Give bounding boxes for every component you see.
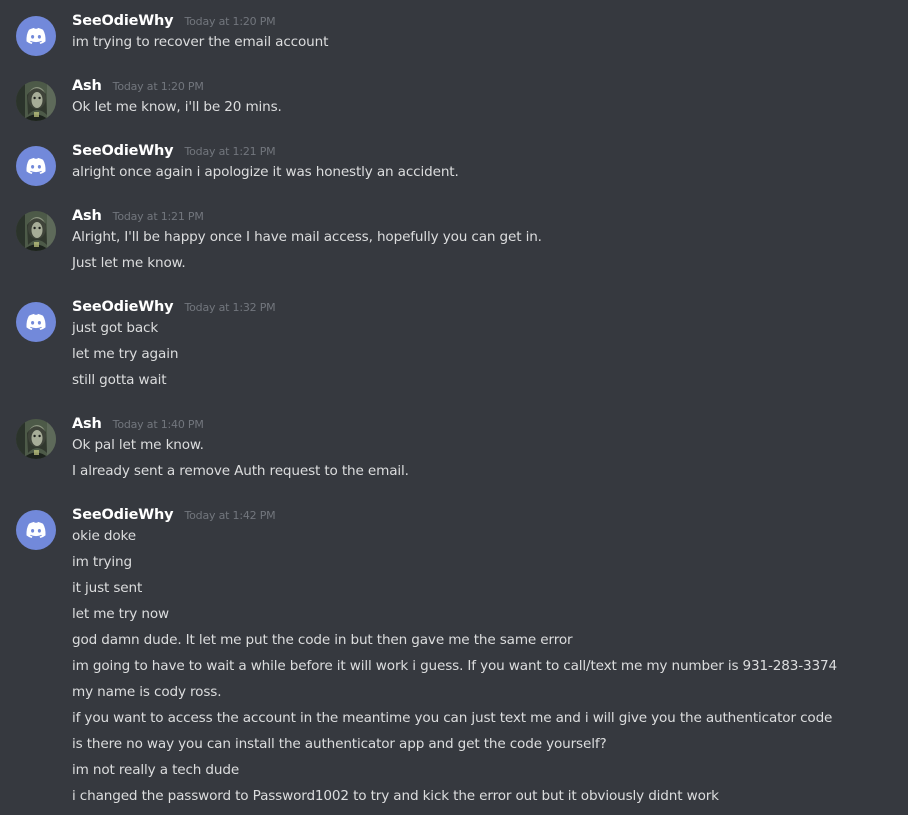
discord-logo-icon[interactable] [16,302,56,342]
message-line: it just sent [72,580,143,596]
message-line: let me try now [72,606,169,622]
user-photo-avatar[interactable] [16,81,56,121]
message-line: im going to have to wait a while before … [72,658,838,674]
discord-logo-icon[interactable] [16,510,56,550]
message-line: im not really a tech dude [72,762,240,778]
message-body: okie doke im trying it just sent let me … [72,523,837,809]
username[interactable]: Ash [72,78,102,94]
message-line: is there no way you can install the auth… [72,736,607,752]
timestamp: Today at 1:21 PM [184,145,276,158]
message-line: Just let me know. [72,255,186,271]
message-line: okie doke [72,528,136,544]
message-line: I already sent a remove Auth request to … [72,463,409,479]
message-body: Ok pal let me know. I already sent a rem… [72,432,409,484]
username[interactable]: Ash [72,416,102,432]
username[interactable]: SeeOdieWhy [72,507,174,523]
message-body: just got back let me try again still got… [72,315,178,393]
message-header: SeeOdieWhy Today at 1:20 PM [72,10,276,30]
message-line: alright once again i apologize it was ho… [72,164,459,180]
chat-messages: SeeOdieWhy Today at 1:20 PM im trying to… [0,0,908,815]
username[interactable]: SeeOdieWhy [72,299,174,315]
timestamp: Today at 1:40 PM [112,418,204,431]
timestamp: Today at 1:32 PM [184,301,276,314]
message-line: Ok let me know, i'll be 20 mins. [72,99,282,115]
message-header: Ash Today at 1:21 PM [72,205,204,225]
message-line: im trying [72,554,132,570]
timestamp: Today at 1:20 PM [184,15,276,28]
message-header: SeeOdieWhy Today at 1:21 PM [72,140,276,160]
username[interactable]: SeeOdieWhy [72,13,174,29]
user-photo-avatar[interactable] [16,419,56,459]
message-line: Ok pal let me know. [72,437,204,453]
message-line: Alright, I'll be happy once I have mail … [72,229,542,245]
message-header: SeeOdieWhy Today at 1:42 PM [72,504,276,524]
username[interactable]: SeeOdieWhy [72,143,174,159]
message-body: alright once again i apologize it was ho… [72,159,459,185]
timestamp: Today at 1:20 PM [112,80,204,93]
message-line: let me try again [72,346,179,362]
message-body: Alright, I'll be happy once I have mail … [72,224,542,276]
discord-logo-icon[interactable] [16,146,56,186]
user-photo-avatar[interactable] [16,211,56,251]
message-line: im trying to recover the email account [72,34,329,50]
timestamp: Today at 1:21 PM [112,210,204,223]
discord-logo-icon[interactable] [16,16,56,56]
message-header: Ash Today at 1:40 PM [72,413,204,433]
timestamp: Today at 1:42 PM [184,509,276,522]
message-header: SeeOdieWhy Today at 1:32 PM [72,296,276,316]
message-body: Ok let me know, i'll be 20 mins. [72,94,282,120]
message-body: im trying to recover the email account [72,29,328,55]
message-header: Ash Today at 1:20 PM [72,75,204,95]
message-line: just got back [72,320,159,336]
message-line: still gotta wait [72,372,167,388]
message-line: god damn dude. It let me put the code in… [72,632,573,648]
username[interactable]: Ash [72,208,102,224]
message-line: my name is cody ross. [72,684,222,700]
message-line: i changed the password to Password1002 t… [72,788,719,804]
message-line: if you want to access the account in the… [72,710,833,726]
